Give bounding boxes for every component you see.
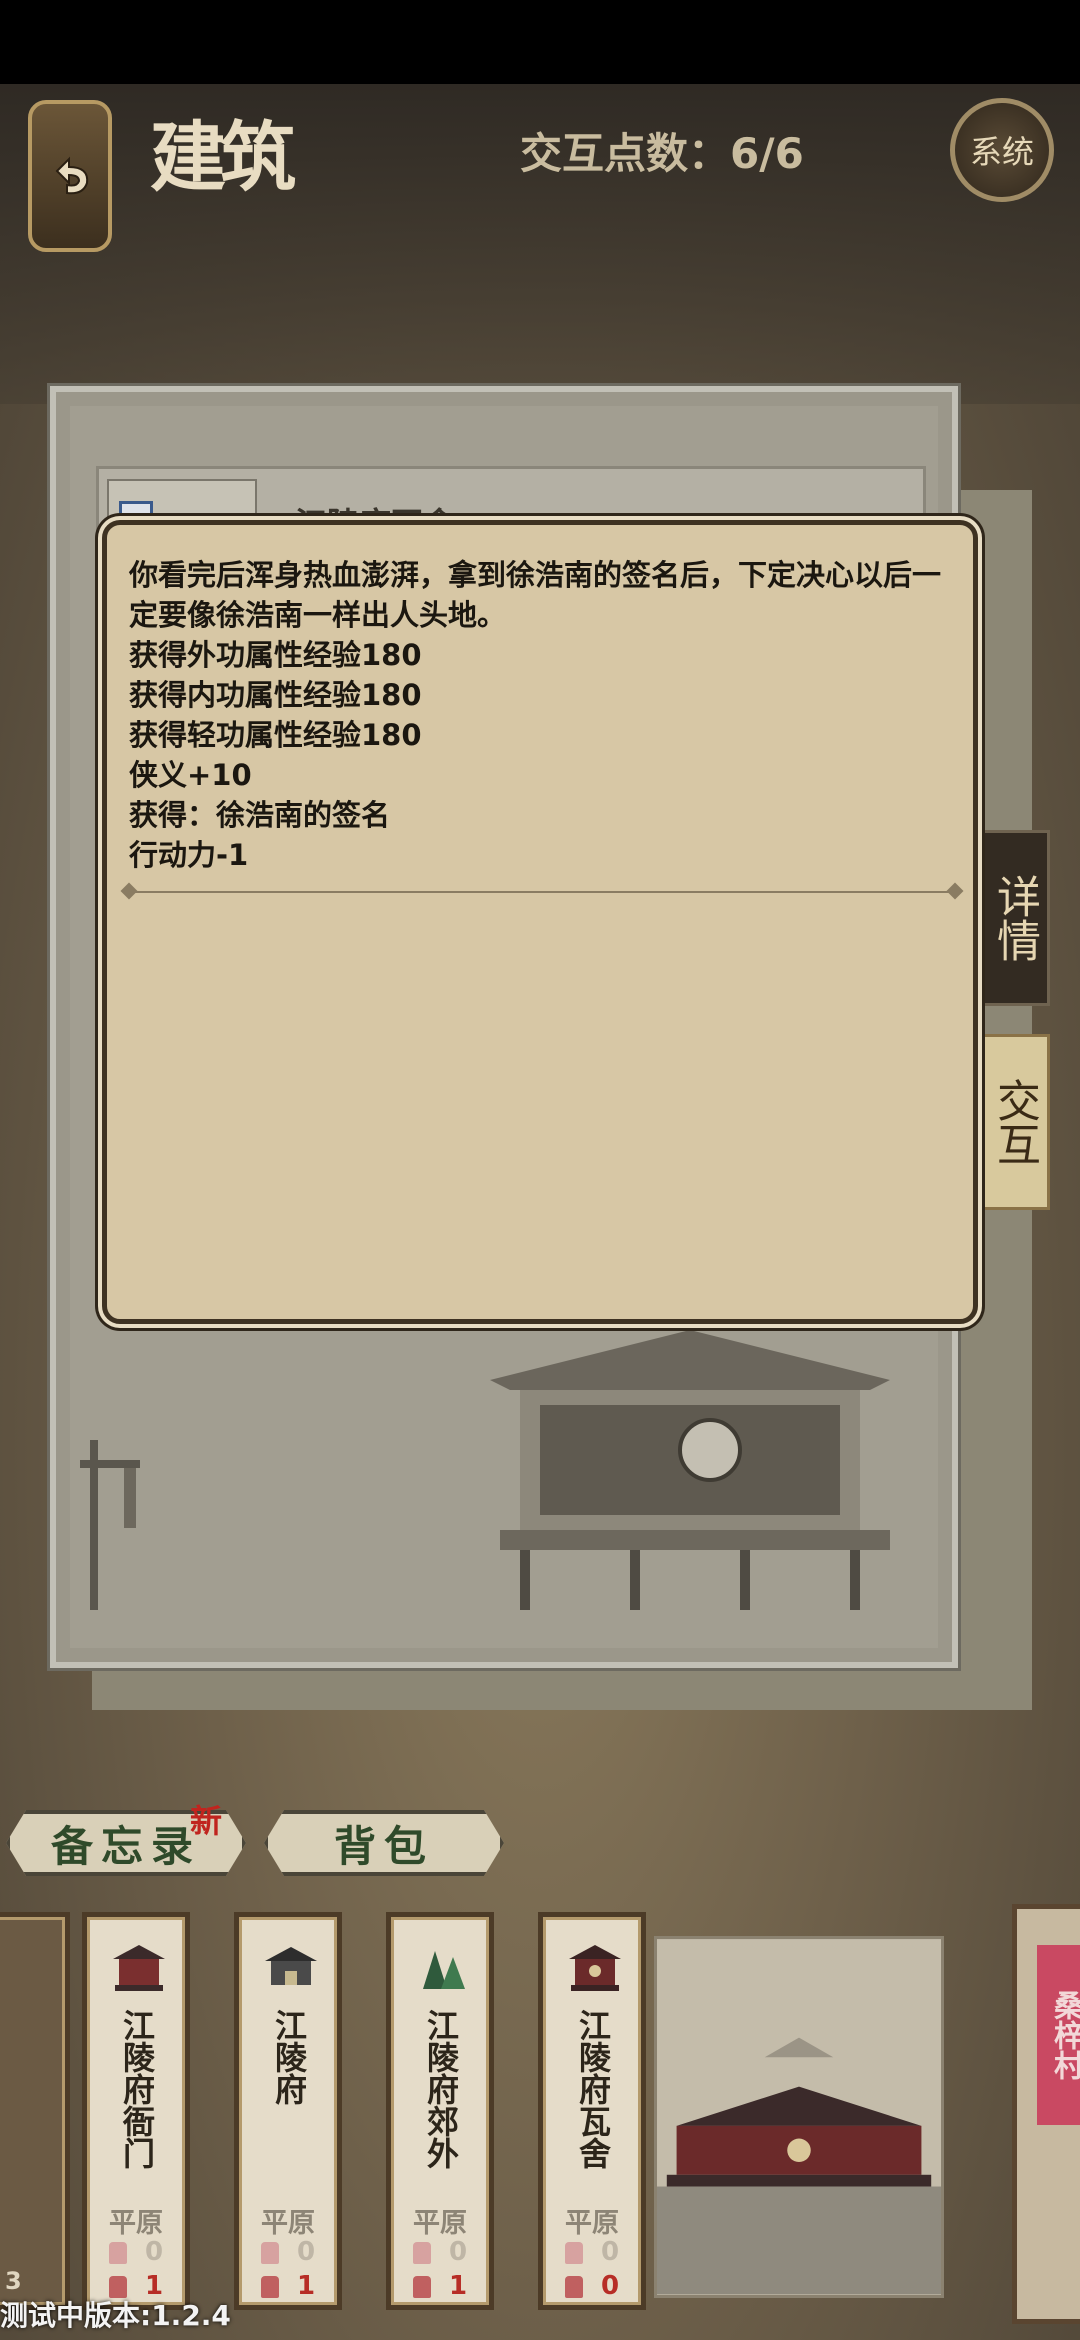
theater-building-illustration: [490, 1330, 890, 1610]
stat-person: 0: [565, 2271, 635, 2301]
location-name: 江陵府瓦舍: [574, 2009, 612, 2169]
location-terrain: 平原: [565, 2208, 619, 2239]
location-card-selected[interactable]: 江陵府瓦舍 平原 0 0: [538, 1912, 646, 2310]
dialog-line: 获得内功属性经验180: [129, 678, 422, 712]
dialog-line: 获得轻功属性经验180: [129, 718, 422, 752]
back-button[interactable]: [28, 100, 112, 252]
stat-flag: 0: [413, 2237, 483, 2267]
stat-person: 1: [413, 2271, 483, 2301]
system-button[interactable]: 系统: [950, 98, 1054, 202]
location-name: 江陵府: [270, 2009, 308, 2105]
flag-icon: [261, 2241, 279, 2264]
location-card[interactable]: 江陵府 平原 0 1: [234, 1912, 342, 2310]
stat-flag: 0: [109, 2237, 179, 2267]
location-terrain: 平原: [413, 2208, 467, 2239]
theater-icon: [569, 1945, 621, 1991]
stat-flag: 0: [261, 2237, 331, 2267]
location-card[interactable]: 江陵府郊外 平原 0 1: [386, 1912, 494, 2310]
person-icon: [413, 2275, 431, 2298]
edge-number: 3: [5, 2267, 22, 2295]
bag-button[interactable]: 背包: [264, 1810, 504, 1876]
dialog-content: 你看完后浑身热血澎湃，拿到徐浩南的签名后，下定决心以后一定要像徐浩南一样出人头地…: [129, 555, 959, 875]
location-name: 江陵府郊外: [422, 2009, 460, 2169]
location-card[interactable]: 江陵府衙门 平原 0 1: [82, 1912, 190, 2310]
dialog-divider: [129, 891, 955, 893]
location-name: 桑梓村: [1037, 1945, 1080, 2125]
stat-value: 0: [601, 2271, 620, 2301]
status-bar: [0, 0, 1080, 84]
stat-value: 0: [601, 2237, 620, 2267]
back-arrow-icon: [55, 156, 89, 195]
flag-icon: [413, 2241, 431, 2264]
dialog-line: 你看完后浑身热血澎湃，拿到徐浩南的签名后，下定决心以后一定要像徐浩南一样出人头地…: [129, 558, 942, 632]
tab-details[interactable]: 详情: [978, 830, 1050, 1006]
stat-value: 0: [145, 2237, 164, 2267]
page-title: 建筑: [150, 113, 296, 202]
government-office-icon: [113, 1945, 165, 1991]
stat-value: 1: [449, 2271, 468, 2301]
dialog-line: 侠义+10: [129, 758, 252, 792]
new-badge: 新: [190, 1802, 223, 1840]
tab-interact[interactable]: 交互: [978, 1034, 1050, 1210]
signpost-illustration: [80, 1440, 140, 1610]
flag-icon: [109, 2241, 127, 2264]
location-terrain: 平原: [109, 2208, 163, 2239]
interaction-points: 交互点数：6/6: [520, 129, 804, 178]
forest-outskirts-icon: [423, 1951, 465, 1989]
version-label: 测试中版本:1.2.4: [0, 2299, 231, 2332]
dialog-line: 获得外功属性经验180: [129, 638, 422, 672]
stat-person: 1: [261, 2271, 331, 2301]
flag-icon: [565, 2241, 583, 2264]
location-card-partial[interactable]: 3: [0, 1912, 70, 2310]
location-name: 江陵府衙门: [118, 2009, 156, 2169]
location-preview-illustration: [654, 1936, 944, 2298]
dialog-line: 行动力-1: [129, 838, 249, 872]
stat-flag: 0: [565, 2237, 635, 2267]
dialog-line: 获得：徐浩南的签名: [129, 798, 391, 832]
stat-value: 0: [297, 2237, 316, 2267]
location-card-partial-right[interactable]: 桑梓村: [1012, 1904, 1080, 2324]
stat-value: 1: [297, 2271, 316, 2301]
person-icon: [261, 2275, 279, 2298]
person-icon: [565, 2275, 583, 2298]
stat-value: 0: [449, 2237, 468, 2267]
location-terrain: 平原: [261, 2208, 315, 2239]
city-gate-icon: [265, 1947, 317, 1985]
event-result-dialog: 你看完后浑身热血澎湃，拿到徐浩南的签名后，下定决心以后一定要像徐浩南一样出人头地…: [102, 520, 978, 1324]
